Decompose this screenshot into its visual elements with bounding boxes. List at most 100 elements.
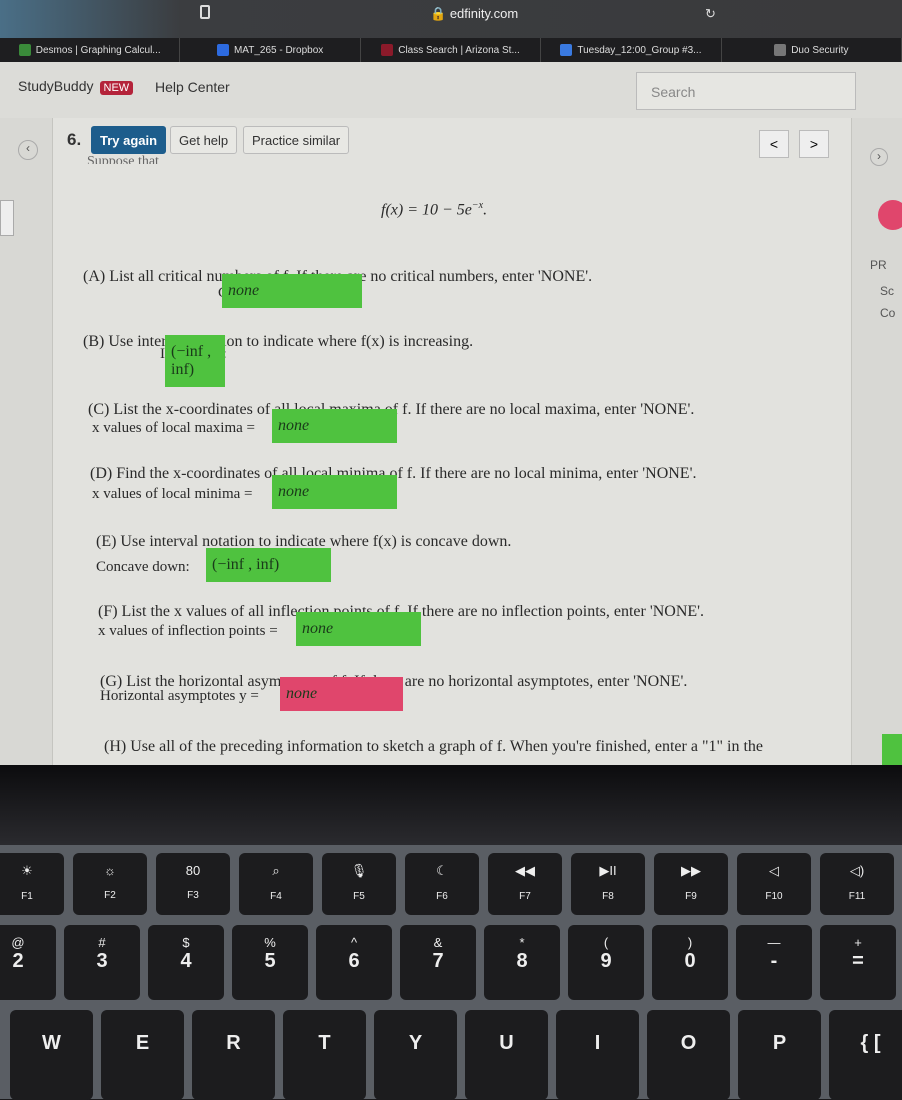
key-digit: 2 xyxy=(12,950,24,972)
key-digit: = xyxy=(852,950,864,972)
letter-key[interactable]: R xyxy=(192,1010,275,1100)
practice-similar-button[interactable]: Practice similar xyxy=(243,126,350,154)
letter-key[interactable]: E xyxy=(101,1010,184,1100)
number-key[interactable]: — - xyxy=(736,925,812,1000)
studybuddy-link[interactable]: StudyBuddy NEW xyxy=(18,78,134,95)
key-symbol: + xyxy=(854,935,862,950)
letter-key[interactable]: Y xyxy=(374,1010,457,1100)
key-symbol: # xyxy=(98,935,106,950)
letter-key[interactable]: { [ xyxy=(829,1010,902,1100)
key-icon: ◀◀ xyxy=(515,863,535,878)
key-icon: 🎙 xyxy=(350,863,368,878)
key-symbol: ( xyxy=(603,935,609,950)
browser-tab[interactable]: Desmos | Graphing Calcul... xyxy=(0,38,181,62)
key-icon: ◁) xyxy=(849,863,865,878)
tab-bar: Desmos | Graphing Calcul... MAT_265 - Dro… xyxy=(0,38,902,62)
function-key[interactable]: 🎙 F5 xyxy=(322,853,396,915)
next-part-button[interactable]: > xyxy=(799,130,829,158)
letter-key[interactable]: T xyxy=(283,1010,366,1100)
status-dot xyxy=(878,200,902,230)
key-letter: R xyxy=(226,1032,241,1054)
prev-problem-icon[interactable]: ‹ xyxy=(18,140,38,160)
number-key[interactable]: % 5 xyxy=(232,925,308,1000)
function-key[interactable]: ◁ F10 xyxy=(737,853,811,915)
reload-icon[interactable]: ↻ xyxy=(705,6,716,22)
answer-input[interactable]: (−inf , inf) xyxy=(206,548,331,582)
key-digit: 3 xyxy=(96,950,108,972)
number-key[interactable]: @2 xyxy=(0,925,56,1000)
browser-tab[interactable]: Tuesday_12:00_Group #3... xyxy=(541,38,722,62)
function-key[interactable]: ◁) F11 xyxy=(820,853,894,915)
function-key[interactable]: ☀ F1 xyxy=(0,853,64,915)
letter-key[interactable]: P xyxy=(738,1010,821,1100)
side-correct: Co xyxy=(880,306,896,320)
function-key[interactable]: ◀◀ F7 xyxy=(488,853,562,915)
next-problem-icon[interactable]: › xyxy=(870,148,888,166)
answer-input[interactable]: none xyxy=(280,677,403,711)
key-letter: Y xyxy=(408,1032,423,1054)
tab-favicon-icon xyxy=(216,44,229,56)
function-key[interactable]: 80 F3 xyxy=(156,853,230,915)
tab-favicon-icon xyxy=(18,44,31,56)
letter-key[interactable]: W xyxy=(10,1010,93,1100)
number-key[interactable]: * 8 xyxy=(484,925,560,1000)
tab-label: Class Search | Arizona St... xyxy=(398,44,520,56)
key-icon: ◁ xyxy=(769,863,779,878)
browser-tab[interactable]: Class Search | Arizona St... xyxy=(361,38,542,62)
key-digit: 0 xyxy=(684,950,696,972)
tab-favicon-icon xyxy=(560,44,573,56)
letter-key[interactable]: O xyxy=(647,1010,730,1100)
function-key[interactable]: ▶▶ F9 xyxy=(654,853,728,915)
number-key[interactable]: + = xyxy=(820,925,896,1000)
function-key[interactable]: ☾ F6 xyxy=(405,853,479,915)
key-icon: ☼ xyxy=(104,863,116,878)
tab-label: MAT_265 - Dropbox xyxy=(233,44,324,56)
answer-input[interactable]: (−inf , inf) xyxy=(165,335,225,387)
key-letter: U xyxy=(499,1032,514,1054)
try-again-button[interactable]: Try again xyxy=(91,126,167,154)
studybuddy-label: StudyBuddy xyxy=(18,78,94,94)
search-input[interactable]: Search xyxy=(636,72,856,110)
key-digit: 6 xyxy=(348,950,360,972)
part-label: x values of local minima = xyxy=(92,486,253,502)
tab-label: Desmos | Graphing Calcul... xyxy=(35,44,161,56)
key-symbol: ^ xyxy=(350,935,358,950)
key-label: F9 xyxy=(685,891,697,902)
answer-input[interactable]: none xyxy=(222,274,362,308)
function-key[interactable]: ☼ F2 xyxy=(73,853,147,915)
number-key[interactable]: $4 xyxy=(148,925,224,1000)
problem-page: ‹ 6. Try again Get help Practice similar… xyxy=(0,118,902,768)
part-label: x values of local maxima = xyxy=(92,420,255,436)
number-key[interactable]: & 7 xyxy=(400,925,476,1000)
key-letter: { [ xyxy=(860,1032,881,1054)
answer-input[interactable]: none xyxy=(296,612,421,646)
part-label: Horizontal asymptotes y = xyxy=(100,688,259,704)
number-key[interactable]: (9 xyxy=(568,925,644,1000)
browser-tab[interactable]: MAT_265 - Dropbox xyxy=(180,38,361,62)
browser-tab[interactable]: Duo Security xyxy=(722,38,902,62)
number-key[interactable]: ^ 6 xyxy=(316,925,392,1000)
letter-key[interactable]: U xyxy=(465,1010,548,1100)
key-icon: 80 xyxy=(185,863,201,878)
tab-label: Tuesday_12:00_Group #3... xyxy=(577,44,702,56)
prev-part-button[interactable]: < xyxy=(759,130,789,158)
address-bar[interactable]: 🔒 edfinity.com xyxy=(430,6,518,22)
help-center-link[interactable]: Help Center xyxy=(155,79,230,95)
part-question: (B) Use interval notation to indicate wh… xyxy=(83,333,474,350)
function-key[interactable]: ▶II F8 xyxy=(571,853,645,915)
function-key[interactable]: ⌕ F4 xyxy=(239,853,313,915)
number-key[interactable]: ) 0 xyxy=(652,925,728,1000)
key-icon: ☀ xyxy=(21,863,33,878)
answer-input[interactable]: none xyxy=(272,409,397,443)
key-digit: 8 xyxy=(516,950,528,972)
get-help-button[interactable]: Get help xyxy=(170,126,238,154)
key-label: F2 xyxy=(104,890,116,901)
tabs-overview-icon[interactable] xyxy=(200,5,210,19)
answer-input[interactable]: none xyxy=(272,475,397,509)
side-panel-tab[interactable] xyxy=(0,200,14,236)
key-label: F1 xyxy=(21,891,33,902)
key-label: F6 xyxy=(436,891,448,902)
key-label: F7 xyxy=(519,891,531,902)
number-key[interactable]: #3 xyxy=(64,925,140,1000)
letter-key[interactable]: I xyxy=(556,1010,639,1100)
